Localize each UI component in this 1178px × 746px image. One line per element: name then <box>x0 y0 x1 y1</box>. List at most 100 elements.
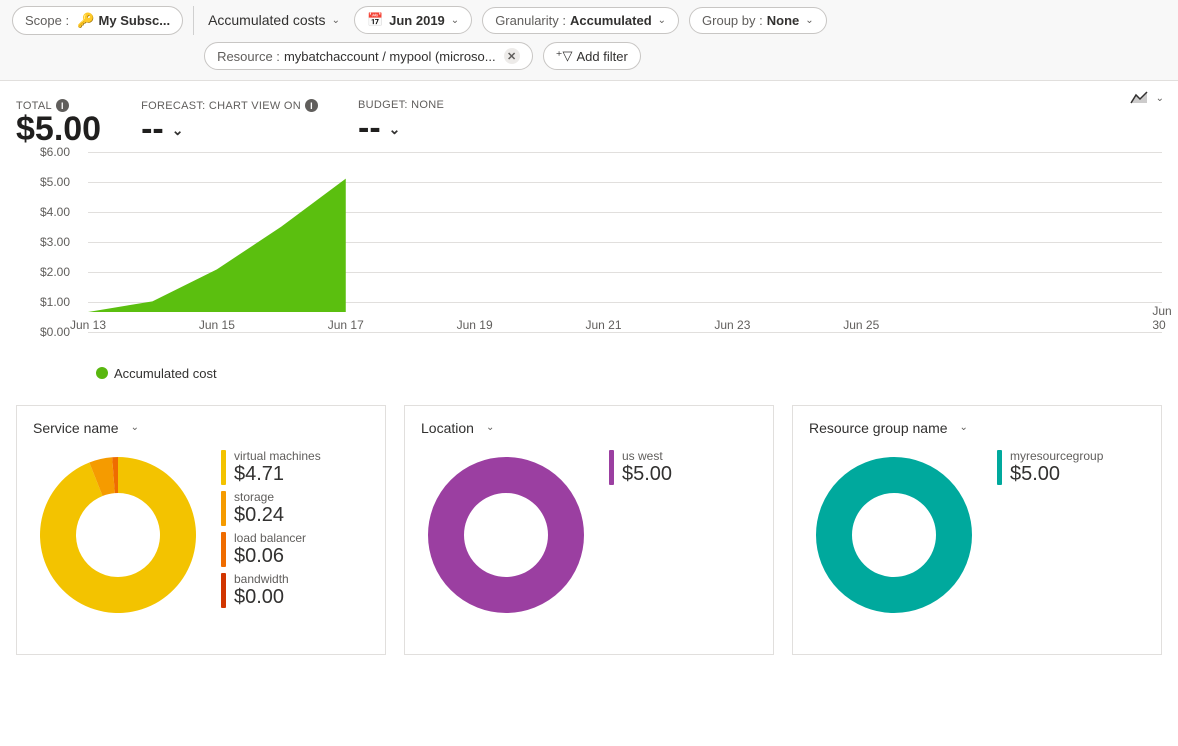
legend-item-value: $0.24 <box>234 504 284 526</box>
card-title-text: Location <box>421 420 474 436</box>
y-tick: $4.00 <box>40 205 70 219</box>
card-title-service[interactable]: Service name ⌄ <box>33 420 369 436</box>
chevron-down-icon: ⌄ <box>131 422 139 433</box>
filter-bar: Scope : 🔑 My Subsc... Accumulated costs … <box>0 0 1178 81</box>
filter-funnel-icon: ⁺▽ <box>556 48 573 64</box>
accumulated-costs-dropdown[interactable]: Accumulated costs ⌄ <box>204 8 344 32</box>
donut-location <box>421 450 591 620</box>
chevron-down-icon: ⌄ <box>1156 93 1164 104</box>
legend-item-name: myresourcegroup <box>1010 450 1103 463</box>
cards-row: Service name ⌄ virtual machines$4.71 stor… <box>0 395 1178 655</box>
x-tick: Jun 19 <box>457 318 493 332</box>
y-tick: $2.00 <box>40 265 70 279</box>
info-icon[interactable]: i <box>305 99 318 112</box>
x-tick: Jun 23 <box>714 318 750 332</box>
legend-series-name: Accumulated cost <box>114 366 217 381</box>
legend-swatch <box>221 532 226 567</box>
legend-swatch <box>221 450 226 485</box>
groupby-selector[interactable]: Group by : None ⌄ <box>689 7 827 34</box>
resource-label: Resource : <box>217 49 280 64</box>
donut-service <box>33 450 203 620</box>
x-tick: Jun 17 <box>328 318 364 332</box>
forecast-block: FORECAST: CHART VIEW ON i -- ⌄ <box>141 99 318 148</box>
legend-item: load balancer$0.06 <box>221 532 369 567</box>
key-icon: 🔑 <box>77 12 94 29</box>
legend-item: storage$0.24 <box>221 491 369 526</box>
legend-item-name: load balancer <box>234 532 306 545</box>
chevron-down-icon: ⌄ <box>332 15 340 26</box>
legend-swatch <box>221 491 226 526</box>
legend-item: us west$5.00 <box>609 450 757 485</box>
legend-item: myresourcegroup$5.00 <box>997 450 1145 485</box>
forecast-label-text: FORECAST: CHART VIEW ON <box>141 100 301 112</box>
chevron-down-icon: ⌄ <box>658 15 666 26</box>
forecast-label: FORECAST: CHART VIEW ON i <box>141 99 318 112</box>
legend-swatch <box>609 450 614 485</box>
legend-item-value: $0.06 <box>234 545 306 567</box>
total-value: $5.00 <box>16 112 101 148</box>
legend-item-value: $4.71 <box>234 463 321 485</box>
y-tick: $6.00 <box>40 145 70 159</box>
y-tick: $3.00 <box>40 235 70 249</box>
forecast-value-text: -- <box>141 112 164 148</box>
donut-legend-rg: myresourcegroup$5.00 <box>997 450 1145 620</box>
x-tick: Jun 13 <box>70 318 106 332</box>
legend-swatch <box>96 367 108 379</box>
chevron-down-icon: ⌄ <box>389 122 401 137</box>
legend-item-name: us west <box>622 450 672 463</box>
main-chart: $0.00$1.00$2.00$3.00$4.00$5.00$6.00Jun 1… <box>0 152 1178 395</box>
filters-wrap: Accumulated costs ⌄ 📅 Jun 2019 ⌄ Granula… <box>204 6 827 70</box>
granularity-label: Granularity : <box>495 13 566 28</box>
filters-row-2: Resource : mybatchaccount / mypool (micr… <box>204 42 827 70</box>
scope-value: My Subsc... <box>99 13 171 28</box>
legend-item-name: bandwidth <box>234 573 289 586</box>
legend-item-name: storage <box>234 491 284 504</box>
chevron-down-icon: ⌄ <box>960 422 968 433</box>
chart-legend: Accumulated cost <box>40 352 1162 391</box>
forecast-value[interactable]: -- ⌄ <box>141 112 318 148</box>
area-chart-canvas: $0.00$1.00$2.00$3.00$4.00$5.00$6.00Jun 1… <box>40 152 1162 352</box>
total-block: TOTAL i $5.00 <box>16 99 101 148</box>
chevron-down-icon: ⌄ <box>805 15 813 26</box>
x-tick: Jun 21 <box>586 318 622 332</box>
scope-selector[interactable]: Scope : 🔑 My Subsc... <box>12 6 183 35</box>
granularity-value: Accumulated <box>570 13 652 28</box>
legend-swatch <box>221 573 226 608</box>
budget-value[interactable]: -- ⌄ <box>358 111 444 147</box>
donut-legend-service: virtual machines$4.71 storage$0.24 load ba… <box>221 450 369 620</box>
chevron-down-icon: ⌄ <box>451 15 459 26</box>
close-icon[interactable]: ✕ <box>504 48 520 64</box>
card-location: Location ⌄ us west$5.00 <box>404 405 774 655</box>
budget-block: BUDGET: NONE -- ⌄ <box>358 99 444 147</box>
summary-row: TOTAL i $5.00 FORECAST: CHART VIEW ON i … <box>0 81 1178 152</box>
resource-filter-chip[interactable]: Resource : mybatchaccount / mypool (micr… <box>204 42 533 70</box>
add-filter-button[interactable]: ⁺▽ Add filter <box>543 42 641 70</box>
card-title-text: Resource group name <box>809 420 948 436</box>
accumulated-costs-label: Accumulated costs <box>208 12 326 28</box>
legend-item-value: $5.00 <box>622 463 672 485</box>
card-title-text: Service name <box>33 420 119 436</box>
legend-item-value: $0.00 <box>234 586 289 608</box>
card-title-location[interactable]: Location ⌄ <box>421 420 757 436</box>
scope-label: Scope : <box>25 13 69 28</box>
donut-rg <box>809 450 979 620</box>
y-tick: $5.00 <box>40 175 70 189</box>
date-range-value: Jun 2019 <box>389 13 445 28</box>
card-title-rg[interactable]: Resource group name ⌄ <box>809 420 1145 436</box>
legend-item-value: $5.00 <box>1010 463 1103 485</box>
groupby-label: Group by : <box>702 13 763 28</box>
donut-legend-location: us west$5.00 <box>609 450 757 620</box>
chevron-down-icon: ⌄ <box>172 123 184 138</box>
legend-item-name: virtual machines <box>234 450 321 463</box>
area-chart-icon <box>1130 91 1148 105</box>
chart-type-toggle[interactable]: ⌄ <box>1130 91 1164 105</box>
add-filter-label: Add filter <box>577 49 628 64</box>
groupby-value: None <box>767 13 800 28</box>
calendar-icon: 📅 <box>367 12 383 28</box>
granularity-selector[interactable]: Granularity : Accumulated ⌄ <box>482 7 679 34</box>
legend-item: virtual machines$4.71 <box>221 450 369 485</box>
scope-region: Scope : 🔑 My Subsc... <box>12 6 194 35</box>
legend-item: bandwidth$0.00 <box>221 573 369 608</box>
date-range-selector[interactable]: 📅 Jun 2019 ⌄ <box>354 6 472 34</box>
resource-value: mybatchaccount / mypool (microso... <box>284 49 496 64</box>
